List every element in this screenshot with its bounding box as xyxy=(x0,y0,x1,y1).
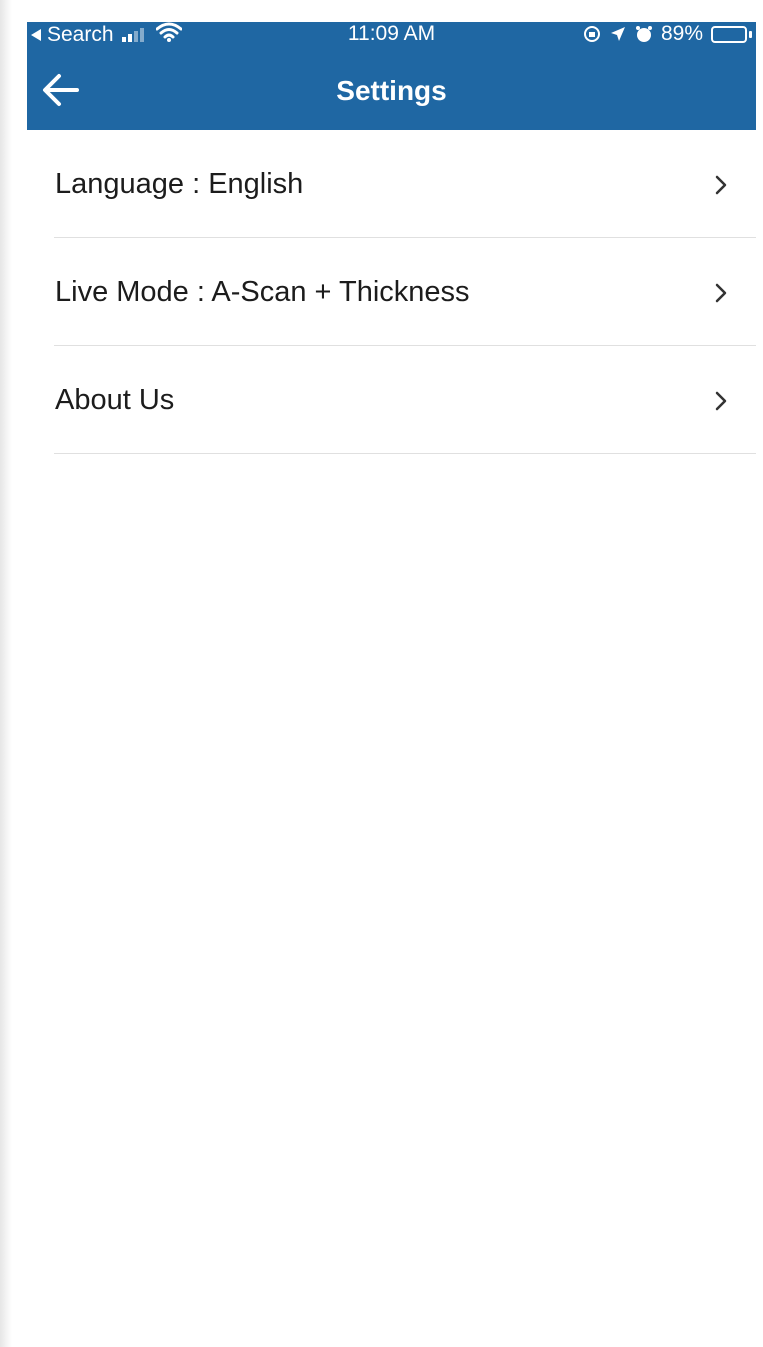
battery-percentage: 89% xyxy=(660,22,703,45)
status-bar: Search 11:09 AM 89% xyxy=(27,22,756,46)
settings-item-label: Language : English xyxy=(55,168,304,200)
settings-item-language[interactable]: Language : English xyxy=(27,130,756,238)
settings-list: Language : English Live Mode : A-Scan + … xyxy=(27,130,756,454)
orientation-lock-icon xyxy=(583,25,601,43)
battery-icon xyxy=(711,25,752,43)
chevron-right-icon xyxy=(714,390,728,417)
page-title: Settings xyxy=(336,75,447,106)
screenshot-frame: Search 11:09 AM 89% Settings Language: … xyxy=(0,0,763,1347)
settings-item-label: About Us xyxy=(55,384,175,416)
location-arrow-icon xyxy=(609,25,627,43)
chevron-right-icon xyxy=(714,174,728,201)
settings-item-about-us[interactable]: About Us xyxy=(27,346,756,454)
alarm-clock-icon xyxy=(635,25,653,43)
status-bar-right: 89% xyxy=(583,22,752,46)
divider xyxy=(54,453,756,454)
phone-screen: Search 11:09 AM 89% Settings Language: … xyxy=(27,22,756,1347)
edge-shadow xyxy=(0,0,12,1347)
chevron-right-icon xyxy=(714,282,728,309)
navigation-bar: Settings xyxy=(27,52,756,130)
app-header: Search 11:09 AM 89% Settings xyxy=(27,22,756,130)
settings-item-live-mode[interactable]: Live Mode : A-Scan + Thickness xyxy=(27,238,756,346)
settings-item-label: Live Mode : A-Scan + Thickness xyxy=(55,276,470,308)
